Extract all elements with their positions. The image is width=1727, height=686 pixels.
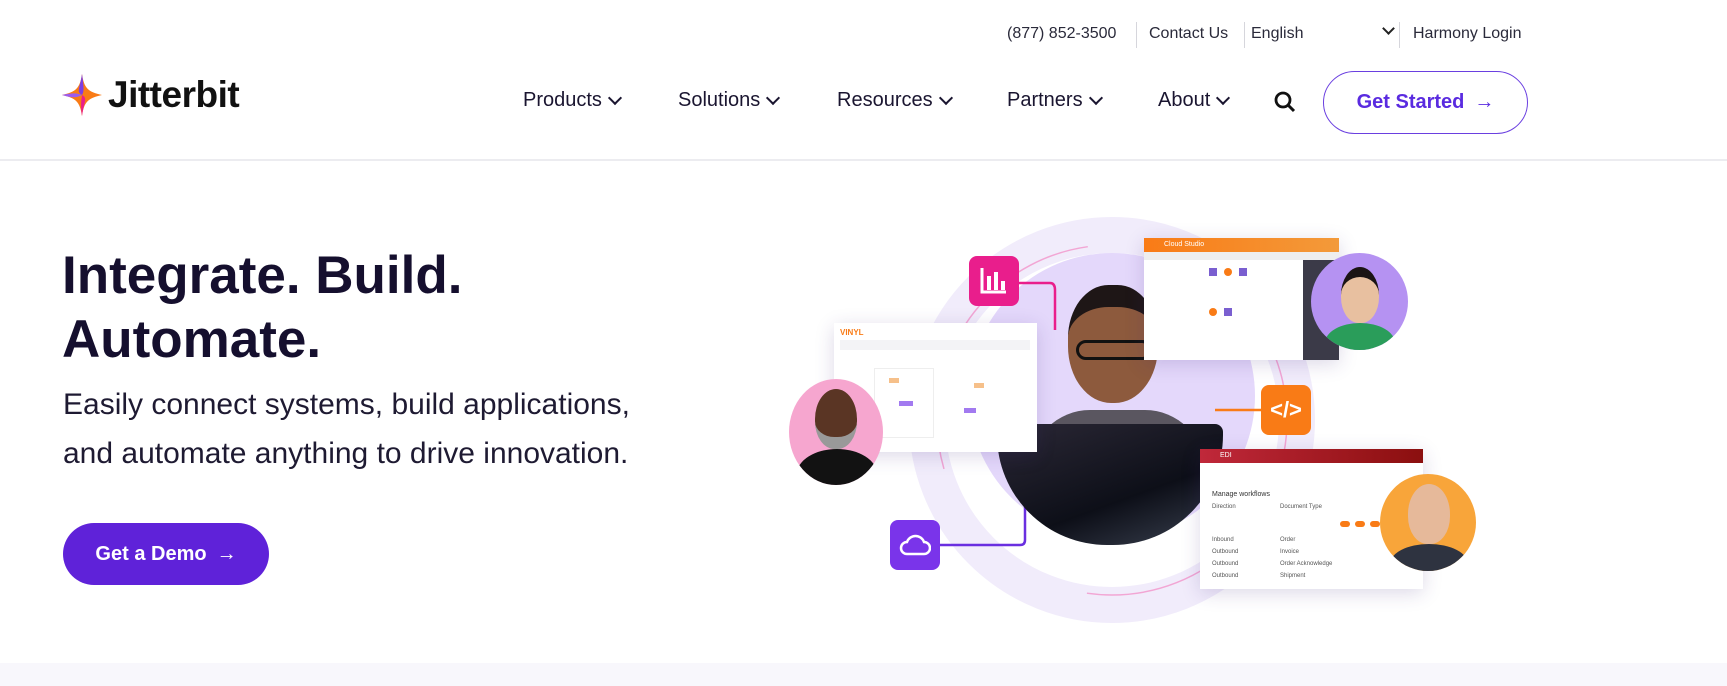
edi-row: Order: [1280, 537, 1296, 543]
nav-label: Resources: [837, 89, 933, 111]
brand-name: Jitterbit: [108, 74, 240, 115]
edi-row: Inbound: [1212, 537, 1234, 543]
get-started-button[interactable]: Get Started →: [1323, 71, 1528, 134]
chevron-down-icon: [607, 90, 623, 105]
edi-row: Order Acknowledge: [1280, 561, 1333, 567]
jitterbit-star-icon: [62, 74, 102, 116]
chevron-down-icon: [1088, 90, 1103, 105]
get-a-demo-button[interactable]: Get a Demo →: [63, 523, 269, 585]
chevron-down-icon: [1216, 90, 1231, 105]
nav-label: Products: [523, 89, 602, 111]
chevron-down-icon[interactable]: [1382, 22, 1395, 35]
divider: [1244, 22, 1245, 48]
edi-heading: Manage workflows: [1212, 491, 1270, 498]
window-title: EDI: [1200, 449, 1423, 463]
jitterbit-logo[interactable]: Jitterbit: [62, 74, 240, 116]
title-line: Integrate. Build.: [62, 246, 463, 305]
phone-link[interactable]: (877) 852-3500: [1007, 25, 1116, 43]
button-label: Get Started: [1356, 91, 1465, 113]
laptop: [997, 424, 1223, 545]
nav-solutions[interactable]: Solutions: [678, 89, 781, 112]
edi-window: EDI Manage workflows Direction Document …: [1200, 449, 1423, 589]
glasses: [1076, 340, 1152, 360]
nav-label: About: [1158, 89, 1211, 111]
nav-resources[interactable]: Resources: [837, 89, 953, 112]
hero-subtitle: Easily connect systems, build applicatio…: [63, 380, 783, 478]
subtitle-line: Easily connect systems, build applicatio…: [63, 388, 630, 421]
chevron-down-icon: [766, 90, 781, 105]
nav-products[interactable]: Products: [523, 89, 623, 112]
person-avatar: [1311, 253, 1408, 350]
edi-row: Outbound: [1212, 573, 1239, 579]
edi-row: Invoice: [1280, 549, 1300, 555]
search-icon[interactable]: [1274, 91, 1296, 113]
edi-row: Shipment: [1280, 573, 1306, 579]
code-icon: </>: [1261, 385, 1311, 435]
language-select[interactable]: English: [1251, 25, 1303, 43]
person-avatar: [789, 379, 883, 485]
subtitle-line: and automate anything to drive innovatio…: [63, 437, 629, 470]
arrow-right-icon: →: [216, 542, 237, 565]
hero-title: Integrate. Build. Automate.: [62, 244, 662, 372]
nav-about[interactable]: About: [1158, 89, 1231, 112]
center-person: [1030, 410, 1205, 490]
edi-col-direction: Direction: [1212, 504, 1236, 510]
center-person-head: [1068, 285, 1158, 403]
analytics-chart-icon: [969, 256, 1019, 306]
nav-partners[interactable]: Partners: [1007, 89, 1103, 112]
title-line: Automate.: [62, 310, 322, 369]
cloud-studio-window: Cloud Studio: [1144, 238, 1339, 360]
next-section-band: [0, 663, 1727, 686]
edi-col-doctype: Document Type: [1280, 504, 1322, 510]
top-utility-bar: (877) 852-3500 Contact Us English Harmon…: [0, 22, 1727, 48]
window-title: VINYL: [840, 328, 864, 337]
arrow-right-icon: →: [1474, 91, 1495, 113]
divider: [1399, 22, 1400, 48]
nav-label: Solutions: [678, 89, 761, 111]
harmony-login-link[interactable]: Harmony Login: [1413, 25, 1522, 43]
header-divider: [0, 159, 1727, 161]
window-title: Cloud Studio: [1144, 238, 1339, 252]
edi-row: Outbound: [1212, 549, 1239, 555]
edi-row: Outbound: [1212, 561, 1239, 567]
chevron-down-icon: [938, 90, 953, 105]
nav-label: Partners: [1007, 89, 1083, 111]
contact-us-link[interactable]: Contact Us: [1149, 25, 1228, 43]
person-avatar: [1380, 474, 1476, 571]
cloud-icon: [890, 520, 940, 570]
button-label: Get a Demo: [95, 542, 207, 565]
vinyl-window: VINYL: [834, 323, 1037, 452]
divider: [1136, 22, 1137, 48]
